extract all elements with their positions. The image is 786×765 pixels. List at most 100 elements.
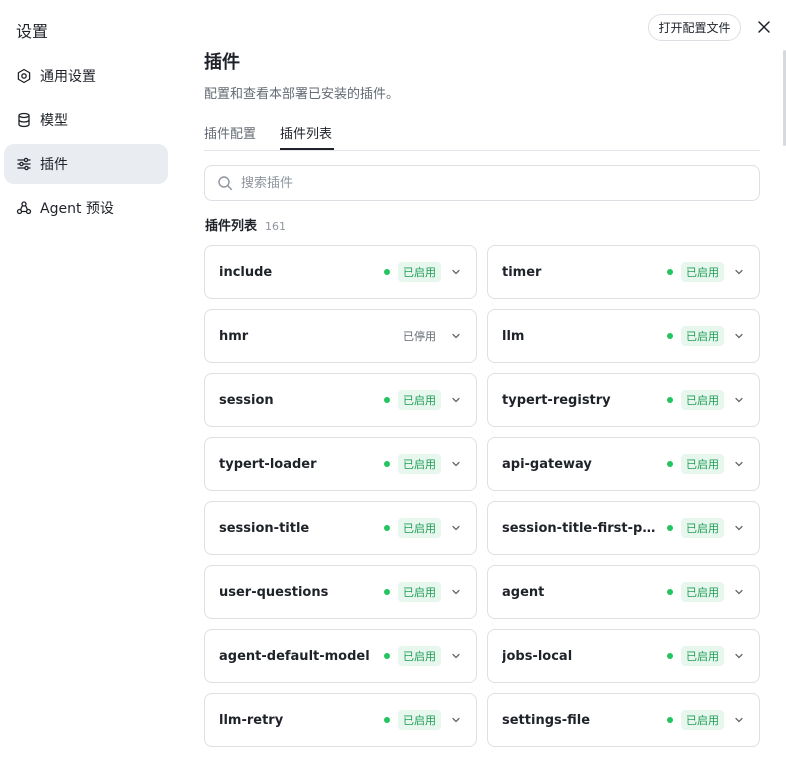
chevron-down-icon[interactable]	[450, 266, 462, 278]
search-box[interactable]	[204, 165, 760, 201]
chevron-down-icon[interactable]	[733, 330, 745, 342]
plugin-card[interactable]: include 已启用	[204, 245, 477, 299]
chevron-down-icon[interactable]	[733, 266, 745, 278]
plugin-card[interactable]: jobs-local 已启用	[487, 629, 760, 683]
plugin-list-title: 插件列表	[205, 219, 258, 234]
close-icon[interactable]	[754, 17, 774, 37]
tab-plugin-config[interactable]: 插件配置	[204, 123, 256, 142]
chevron-down-icon[interactable]	[450, 330, 462, 342]
plugin-card[interactable]: agent 已启用	[487, 565, 760, 619]
status-dot	[667, 525, 673, 531]
plugin-name: llm-retry	[219, 712, 284, 728]
chevron-down-icon[interactable]	[733, 650, 745, 662]
chevron-down-icon[interactable]	[450, 586, 462, 598]
status-dot	[667, 397, 673, 403]
plugin-name: hmr	[219, 328, 249, 344]
status-badge: 已启用	[398, 518, 441, 538]
chevron-down-icon[interactable]	[733, 458, 745, 470]
plugin-name: api-gateway	[502, 456, 592, 472]
plugin-count: 161	[265, 220, 287, 233]
status-dot	[667, 589, 673, 595]
status-dot	[384, 525, 390, 531]
status-badge: 已启用	[681, 582, 724, 602]
active-tab-indicator	[280, 148, 334, 150]
page-title: 插件	[204, 52, 240, 73]
status-dot	[384, 397, 390, 403]
sliders-icon	[16, 156, 32, 172]
chevron-down-icon[interactable]	[733, 586, 745, 598]
status-badge: 已启用	[398, 390, 441, 410]
status-badge: 已启用	[681, 390, 724, 410]
status-badge: 已启用	[681, 710, 724, 730]
chevron-down-icon[interactable]	[733, 714, 745, 726]
status-dot	[384, 717, 390, 723]
search-icon	[217, 175, 233, 191]
chevron-down-icon[interactable]	[450, 714, 462, 726]
status-badge: 已启用	[398, 582, 441, 602]
sidebar-item-plugins[interactable]: 插件	[4, 144, 168, 184]
plugin-card[interactable]: session-title-first-pro... 已启用	[487, 501, 760, 555]
plugin-name: agent-default-model	[219, 648, 370, 664]
plugin-card[interactable]: api-gateway 已启用	[487, 437, 760, 491]
sidebar-item-label: 插件	[40, 157, 68, 173]
status-badge: 已停用	[403, 330, 436, 343]
window-title: 设置	[16, 22, 49, 41]
plugin-card[interactable]: typert-registry 已启用	[487, 373, 760, 427]
status-badge: 已启用	[681, 326, 724, 346]
chevron-down-icon[interactable]	[733, 522, 745, 534]
open-config-file-button[interactable]: 打开配置文件	[648, 14, 741, 41]
chevron-down-icon[interactable]	[450, 522, 462, 534]
status-dot	[384, 653, 390, 659]
plugin-card[interactable]: llm-retry 已启用	[204, 693, 477, 747]
plugin-name: agent	[502, 584, 545, 600]
status-badge: 已启用	[398, 262, 441, 282]
gear-icon	[16, 68, 32, 84]
status-dot	[667, 269, 673, 275]
status-dot	[384, 461, 390, 467]
sidebar-item-models[interactable]: 模型	[4, 100, 168, 140]
sidebar-item-label: Agent 预设	[40, 201, 114, 217]
plugin-card[interactable]: settings-file 已启用	[487, 693, 760, 747]
tab-plugin-list[interactable]: 插件列表	[280, 123, 332, 142]
plugin-grid: include 已启用 timer 已启用 hmr 已停用 llm 已启用 session 已启用…	[204, 245, 760, 747]
chevron-down-icon[interactable]	[450, 650, 462, 662]
sidebar-item-label: 模型	[40, 113, 68, 129]
plugin-name: jobs-local	[502, 648, 573, 664]
status-dot	[384, 269, 390, 275]
plugin-card[interactable]: typert-loader 已启用	[204, 437, 477, 491]
status-dot	[667, 333, 673, 339]
chevron-down-icon[interactable]	[450, 394, 462, 406]
status-dot	[667, 717, 673, 723]
plugin-card[interactable]: hmr 已停用	[204, 309, 477, 363]
status-badge: 已启用	[398, 710, 441, 730]
plugin-name: llm	[502, 328, 525, 344]
sidebar-item-agent-presets[interactable]: Agent 预设	[4, 188, 168, 228]
status-badge: 已启用	[681, 454, 724, 474]
plugin-card[interactable]: session-title 已启用	[204, 501, 477, 555]
search-input[interactable]	[241, 175, 721, 191]
agent-icon	[16, 200, 32, 216]
plugin-card[interactable]: session 已启用	[204, 373, 477, 427]
sidebar-item-general[interactable]: 通用设置	[4, 56, 168, 96]
plugin-name: timer	[502, 264, 542, 280]
tab-bar: 插件配置 插件列表	[204, 120, 760, 151]
plugin-card[interactable]: llm 已启用	[487, 309, 760, 363]
chevron-down-icon[interactable]	[733, 394, 745, 406]
plugin-name: session-title	[219, 520, 310, 536]
sidebar-item-label: 通用设置	[40, 69, 96, 85]
plugin-name: include	[219, 264, 273, 280]
status-dot	[667, 653, 673, 659]
plugin-card[interactable]: timer 已启用	[487, 245, 760, 299]
page-description: 配置和查看本部署已安装的插件。	[204, 87, 400, 102]
sidebar: 通用设置 模型 插件 Agent 预设	[4, 56, 168, 232]
status-badge: 已启用	[681, 262, 724, 282]
plugin-card[interactable]: agent-default-model 已启用	[204, 629, 477, 683]
database-icon	[16, 112, 32, 128]
plugin-name: settings-file	[502, 712, 591, 728]
plugin-name: session-title-first-pro...	[502, 520, 667, 536]
status-dot	[384, 589, 390, 595]
plugin-card[interactable]: user-questions 已启用	[204, 565, 477, 619]
status-badge: 已启用	[398, 454, 441, 474]
status-badge: 已启用	[681, 646, 724, 666]
chevron-down-icon[interactable]	[450, 458, 462, 470]
